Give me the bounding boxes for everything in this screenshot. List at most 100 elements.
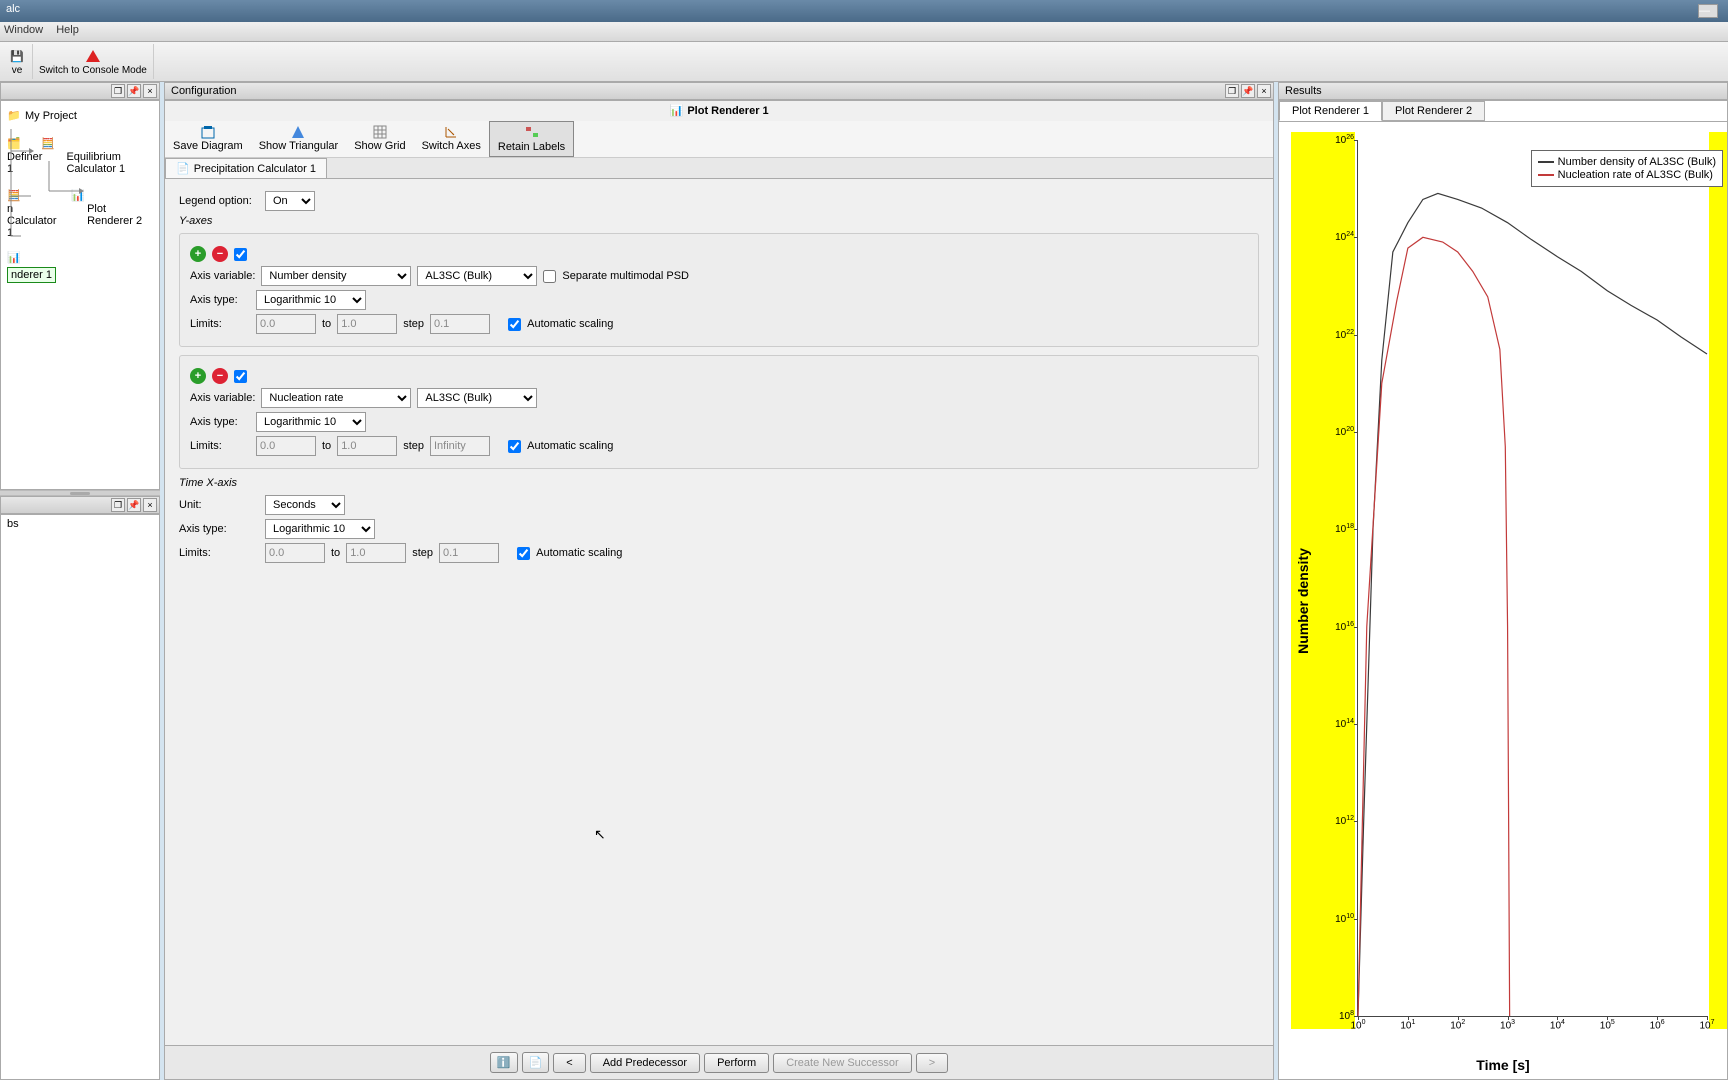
panel-pin-button[interactable]: 📌 [127,84,141,98]
plot-icon: 📊 [71,189,85,203]
axis-type-select[interactable]: Logarithmic 10 [265,519,375,539]
perform-button[interactable]: Perform [704,1053,769,1073]
auto-scaling-checkbox[interactable] [517,547,530,560]
calculator-icon: 🧮 [7,189,21,203]
menu-window[interactable]: Window [4,24,43,36]
tree-node-definer[interactable]: 🗂️ [7,137,21,151]
axis-variable-select[interactable]: Nucleation rate [261,388,411,408]
bottom-panel-header: ❐ 📌 × [0,496,160,514]
calculator-icon: 🧮 [41,137,55,151]
menubar: Window Help [0,22,1728,42]
auto-scaling-checkbox[interactable] [508,440,521,453]
axis-enable-checkbox[interactable] [234,370,247,383]
panel-close-button[interactable]: × [143,498,157,512]
remove-axis-button[interactable]: − [212,246,228,262]
limits-from-input[interactable] [265,543,325,563]
results-title: Results [1285,85,1322,97]
panel-close-button[interactable]: × [143,84,157,98]
forward-button[interactable]: > [916,1053,948,1073]
axis-phase-select[interactable]: AL3SC (Bulk) [417,388,537,408]
add-axis-button[interactable]: + [190,368,206,384]
plot-icon: 📊 [669,104,683,118]
panel-pin-button[interactable]: 📌 [127,498,141,512]
switch-console-button[interactable]: Switch to Console Mode [33,44,154,79]
auto-scaling-checkbox[interactable] [508,318,521,331]
window-title: alc [6,3,20,15]
unit-select[interactable]: Seconds [265,495,345,515]
plot-region: 1081010101210141016101810201022102410261… [1357,140,1707,1017]
project-tree-panel: 📁 My Project 🗂️ 🧮 Defi [0,100,160,490]
limits-to-input[interactable] [337,436,397,456]
add-axis-button[interactable]: + [190,246,206,262]
axis-variable-label: Axis variable: [190,270,255,282]
bottom-button-bar: ℹ️ 📄 < Add Predecessor Perform Create Ne… [165,1045,1273,1079]
limits-to-input[interactable] [346,543,406,563]
help-button[interactable]: ℹ️ [490,1052,518,1073]
separate-psd-checkbox[interactable] [543,270,556,283]
add-predecessor-button[interactable]: Add Predecessor [590,1053,700,1073]
y-axis-label: Number density [1295,548,1311,654]
x-axis-label: Time [s] [1476,1057,1529,1073]
minimize-button[interactable]: — [1698,4,1718,18]
legend-option-select[interactable]: On [265,191,315,211]
configuration-title: Configuration [171,85,236,97]
axis-type-select[interactable]: Logarithmic 10 [256,290,366,310]
notes-button[interactable]: 📄 [522,1052,550,1073]
limits-step-input[interactable] [439,543,499,563]
limits-label: Limits: [190,440,250,452]
definer-icon: 🗂️ [7,137,21,151]
axis-phase-select[interactable]: AL3SC (Bulk) [417,266,537,286]
panel-restore-button[interactable]: ❐ [111,498,125,512]
tab-plot-renderer-2[interactable]: Plot Renderer 2 [1382,101,1485,121]
retain-labels-button[interactable]: Retain Labels [489,121,574,157]
tree-panel-header: ❐ 📌 × [0,82,160,100]
save-diagram-icon [200,124,216,140]
create-successor-button[interactable]: Create New Successor [773,1053,912,1073]
unit-label: Unit: [179,499,259,511]
chart-area: Number density Number density of AL3SC (… [1279,122,1727,1079]
panel-restore-button[interactable]: ❐ [1225,84,1239,98]
limits-step-input[interactable] [430,314,490,334]
remove-axis-button[interactable]: − [212,368,228,384]
plot-icon: 📊 [7,251,21,265]
axis-variable-select[interactable]: Number density [261,266,411,286]
switch-axes-button[interactable]: Switch Axes [414,121,489,157]
limits-to-input[interactable] [337,314,397,334]
panel-restore-button[interactable]: ❐ [111,84,125,98]
tree-node-project[interactable]: 📁 My Project [7,109,153,123]
limits-from-input[interactable] [256,436,316,456]
limits-from-input[interactable] [256,314,316,334]
results-header: Results [1278,82,1728,100]
folder-icon: 📁 [7,109,21,123]
axis-type-label: Axis type: [179,523,259,535]
panel-resizer[interactable] [0,490,160,496]
back-button[interactable]: < [553,1053,585,1073]
tree-node-renderer1-selected[interactable]: nderer 1 [7,267,56,283]
tree-node-plot2[interactable]: 📊 [71,189,85,203]
panel-close-button[interactable]: × [1257,84,1271,98]
tree-node-ncalc[interactable]: 🧮 [7,189,21,203]
axis-enable-checkbox[interactable] [234,248,247,261]
show-grid-button[interactable]: Show Grid [346,121,413,157]
auto-scaling-label: Automatic scaling [527,318,613,330]
main-toolbar: 💾 ve Switch to Console Mode [0,42,1728,82]
window-titlebar: alc — [0,0,1728,22]
menu-help[interactable]: Help [56,24,79,36]
tab-icon: 📄 [176,162,190,175]
separate-psd-label: Separate multimodal PSD [562,270,689,282]
tab-plot-renderer-1[interactable]: Plot Renderer 1 [1279,101,1382,121]
axis-type-select[interactable]: Logarithmic 10 [256,412,366,432]
save-button[interactable]: 💾 ve [2,44,33,79]
tab-precipitation-calculator[interactable]: 📄 Precipitation Calculator 1 [165,158,327,178]
configuration-header: Configuration ❐ 📌 × [164,82,1274,100]
save-icon: 💾 [8,47,26,65]
limits-label: Limits: [190,318,250,330]
show-triangular-button[interactable]: Show Triangular [251,121,347,157]
x-axis-title: Time X-axis [179,477,1259,489]
tree-node-eqcalc[interactable]: 🧮 [41,137,55,151]
limits-step-input[interactable] [430,436,490,456]
plot-renderer-subtitle: 📊 Plot Renderer 1 [165,101,1273,121]
auto-scaling-label: Automatic scaling [536,547,622,559]
save-diagram-button[interactable]: Save Diagram [165,121,251,157]
panel-pin-button[interactable]: 📌 [1241,84,1255,98]
